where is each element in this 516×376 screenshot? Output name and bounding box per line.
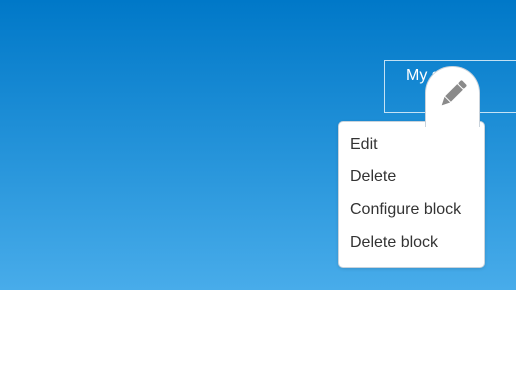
contextual-edit-button[interactable]	[425, 66, 480, 129]
menu-item-edit[interactable]: Edit	[350, 135, 378, 155]
pencil-icon	[441, 80, 467, 106]
page: My site. Edit Delete Configure block Del…	[0, 0, 516, 376]
menu-item-delete-block[interactable]: Delete block	[350, 233, 438, 253]
menu-item-configure-block[interactable]: Configure block	[350, 200, 461, 220]
menu-item-delete[interactable]: Delete	[350, 167, 396, 187]
contextual-links-menu: Edit Delete Configure block Delete block	[338, 121, 485, 268]
